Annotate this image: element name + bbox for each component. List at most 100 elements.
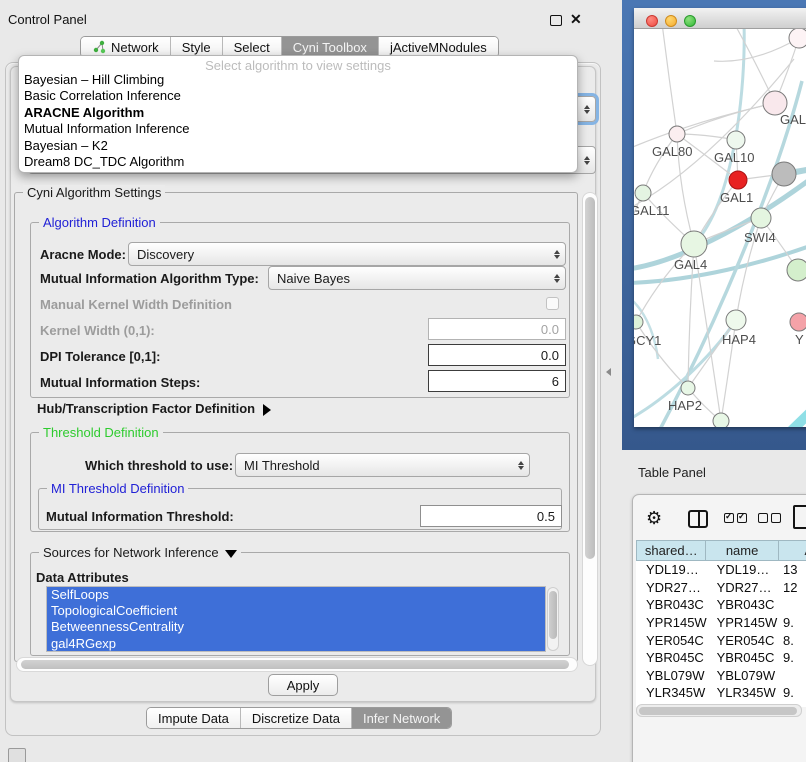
- manual-kernel-checkbox[interactable]: [546, 297, 559, 310]
- sources-toggle[interactable]: Sources for Network Inference: [39, 545, 241, 560]
- export-table-icon[interactable]: [793, 505, 806, 529]
- algorithm-option[interactable]: ARACNE Algorithm: [19, 105, 577, 121]
- tab-discretize-data[interactable]: Discretize Data: [241, 708, 352, 728]
- show-panel-icon[interactable]: [8, 748, 26, 762]
- network-node[interactable]: [634, 315, 643, 329]
- network-node[interactable]: [669, 126, 685, 142]
- column-selector-icon[interactable]: [688, 510, 708, 528]
- select-all-checkboxes-icon[interactable]: [724, 513, 747, 523]
- table-horizontal-scrollbar[interactable]: [636, 704, 802, 717]
- table-row[interactable]: YBR045CYBR045C9.: [636, 649, 806, 667]
- table-row[interactable]: YBR043CYBR043C: [636, 596, 806, 614]
- network-node[interactable]: [727, 131, 745, 149]
- sources-title: Sources for Network Inference: [43, 545, 219, 560]
- mi-algorithm-type-combo[interactable]: Naive Bayes: [268, 266, 566, 290]
- network-node[interactable]: [772, 162, 796, 186]
- aracne-mode-combo[interactable]: Discovery: [128, 242, 566, 266]
- network-node[interactable]: [751, 208, 771, 228]
- network-node-label: GAL10: [714, 150, 754, 165]
- tab-impute-data[interactable]: Impute Data: [147, 708, 241, 728]
- network-node[interactable]: [713, 413, 729, 427]
- mi-steps-field[interactable]: 6: [428, 370, 566, 392]
- algorithm-option[interactable]: Mutual Information Inference: [19, 121, 577, 137]
- which-threshold-combo[interactable]: MI Threshold: [235, 453, 530, 477]
- table-row[interactable]: YDL19…YDL19…13: [636, 561, 806, 579]
- network-node[interactable]: [635, 185, 651, 201]
- network-node-label: HAP4: [722, 332, 756, 347]
- network-node-label: GAL4: [674, 257, 707, 272]
- network-window: GALGAL80GAL10GAL1GAL11SWI4GAL4GCY1HAP4YH…: [634, 8, 806, 427]
- network-node-label: Y: [795, 332, 804, 347]
- data-attributes-list[interactable]: SelfLoopsTopologicalCoefficientBetweenne…: [46, 586, 546, 652]
- algorithm-option[interactable]: Basic Correlation Inference: [19, 88, 577, 104]
- window-zoom-icon[interactable]: [684, 15, 696, 27]
- table-cell: YBL079W: [707, 668, 779, 683]
- network-node-label: HAP2: [668, 398, 702, 413]
- mi-threshold-field[interactable]: 0.5: [420, 505, 562, 527]
- algorithm-definition-title: Algorithm Definition: [39, 215, 160, 230]
- table-settings-gear-icon[interactable]: ⚙: [646, 508, 662, 529]
- close-panel-icon[interactable]: ✕: [570, 11, 582, 28]
- table-cell: 8.: [779, 633, 806, 648]
- data-attribute-item[interactable]: TopologicalCoefficient: [47, 603, 545, 619]
- network-node[interactable]: [726, 310, 746, 330]
- control-panel-titlebar: Control Panel ✕: [0, 0, 604, 26]
- tab-cyni-toolbox[interactable]: Cyni Toolbox: [282, 37, 379, 57]
- settings-vertical-scrollbar[interactable]: [582, 192, 598, 666]
- attributes-scrollbar[interactable]: [547, 587, 559, 651]
- table-row[interactable]: YER054CYER054C8.: [636, 631, 806, 649]
- table-cell: YDL19…: [636, 562, 707, 577]
- window-close-icon[interactable]: [646, 15, 658, 27]
- algorithm-option[interactable]: Bayesian – K2: [19, 138, 577, 154]
- table-row[interactable]: YLR345WYLR345W9.: [636, 684, 806, 702]
- network-node[interactable]: [787, 259, 806, 281]
- table-panel-title: Table Panel: [638, 465, 706, 480]
- network-node[interactable]: [681, 381, 695, 395]
- settings-horizontal-scrollbar[interactable]: [16, 657, 578, 672]
- table-row[interactable]: YBL079WYBL079W: [636, 667, 806, 685]
- table-cell: YLR345W: [636, 685, 707, 700]
- expand-down-icon: [225, 550, 237, 558]
- table-cell: YBL079W: [636, 668, 707, 683]
- table-row[interactable]: YPR145WYPR145W9.: [636, 614, 806, 632]
- tab-discretize-data-label: Discretize Data: [252, 711, 340, 726]
- mi-steps-label: Mutual Information Steps:: [40, 375, 200, 390]
- tab-jactivemnodules[interactable]: jActiveMNodules: [379, 37, 498, 57]
- network-node[interactable]: [789, 29, 806, 48]
- data-attributes-label: Data Attributes: [36, 570, 129, 585]
- table-cell: YLR345W: [707, 685, 779, 700]
- tab-cyni-toolbox-label: Cyni Toolbox: [293, 40, 367, 55]
- tab-infer-network[interactable]: Infer Network: [352, 708, 451, 728]
- data-attribute-item[interactable]: gal4RGexp: [47, 636, 545, 652]
- data-attribute-item[interactable]: BetweennessCentrality: [47, 619, 545, 635]
- network-canvas[interactable]: GALGAL80GAL10GAL1GAL11SWI4GAL4GCY1HAP4YH…: [634, 29, 806, 427]
- tab-infer-network-label: Infer Network: [363, 711, 440, 726]
- network-node[interactable]: [681, 231, 707, 257]
- table-row[interactable]: YDR27…YDR27…12: [636, 579, 806, 597]
- float-window-icon[interactable]: [550, 15, 562, 26]
- kernel-width-field[interactable]: 0.0: [428, 318, 566, 340]
- network-node[interactable]: [790, 313, 806, 331]
- column-header[interactable]: A: [779, 540, 806, 561]
- deselect-all-checkboxes-icon[interactable]: [758, 513, 781, 523]
- panel-divider-arrow[interactable]: [606, 368, 611, 376]
- tab-select[interactable]: Select: [223, 37, 282, 57]
- data-attribute-item[interactable]: SelfLoops: [47, 587, 545, 603]
- expand-right-icon: [263, 404, 271, 416]
- window-minimize-icon[interactable]: [665, 15, 677, 27]
- hub-definition-toggle[interactable]: Hub/Transcription Factor Definition: [37, 401, 271, 416]
- tab-jactivemnodules-label: jActiveMNodules: [390, 40, 487, 55]
- combo-arrows-icon: [579, 105, 595, 114]
- tab-network[interactable]: Network: [81, 37, 171, 57]
- network-node[interactable]: [729, 171, 747, 189]
- column-header[interactable]: name: [706, 540, 778, 561]
- tab-style[interactable]: Style: [171, 37, 223, 57]
- dpi-tolerance-field[interactable]: 0.0: [428, 344, 566, 366]
- apply-button[interactable]: Apply: [268, 674, 338, 696]
- algorithm-option[interactable]: Dream8 DC_TDC Algorithm: [19, 154, 577, 170]
- algorithm-option[interactable]: Bayesian – Hill Climbing: [19, 72, 577, 88]
- tab-select-label: Select: [234, 40, 270, 55]
- network-window-titlebar[interactable]: [634, 8, 806, 29]
- column-header[interactable]: shared…: [636, 540, 706, 561]
- table-cell: 9.: [779, 615, 806, 630]
